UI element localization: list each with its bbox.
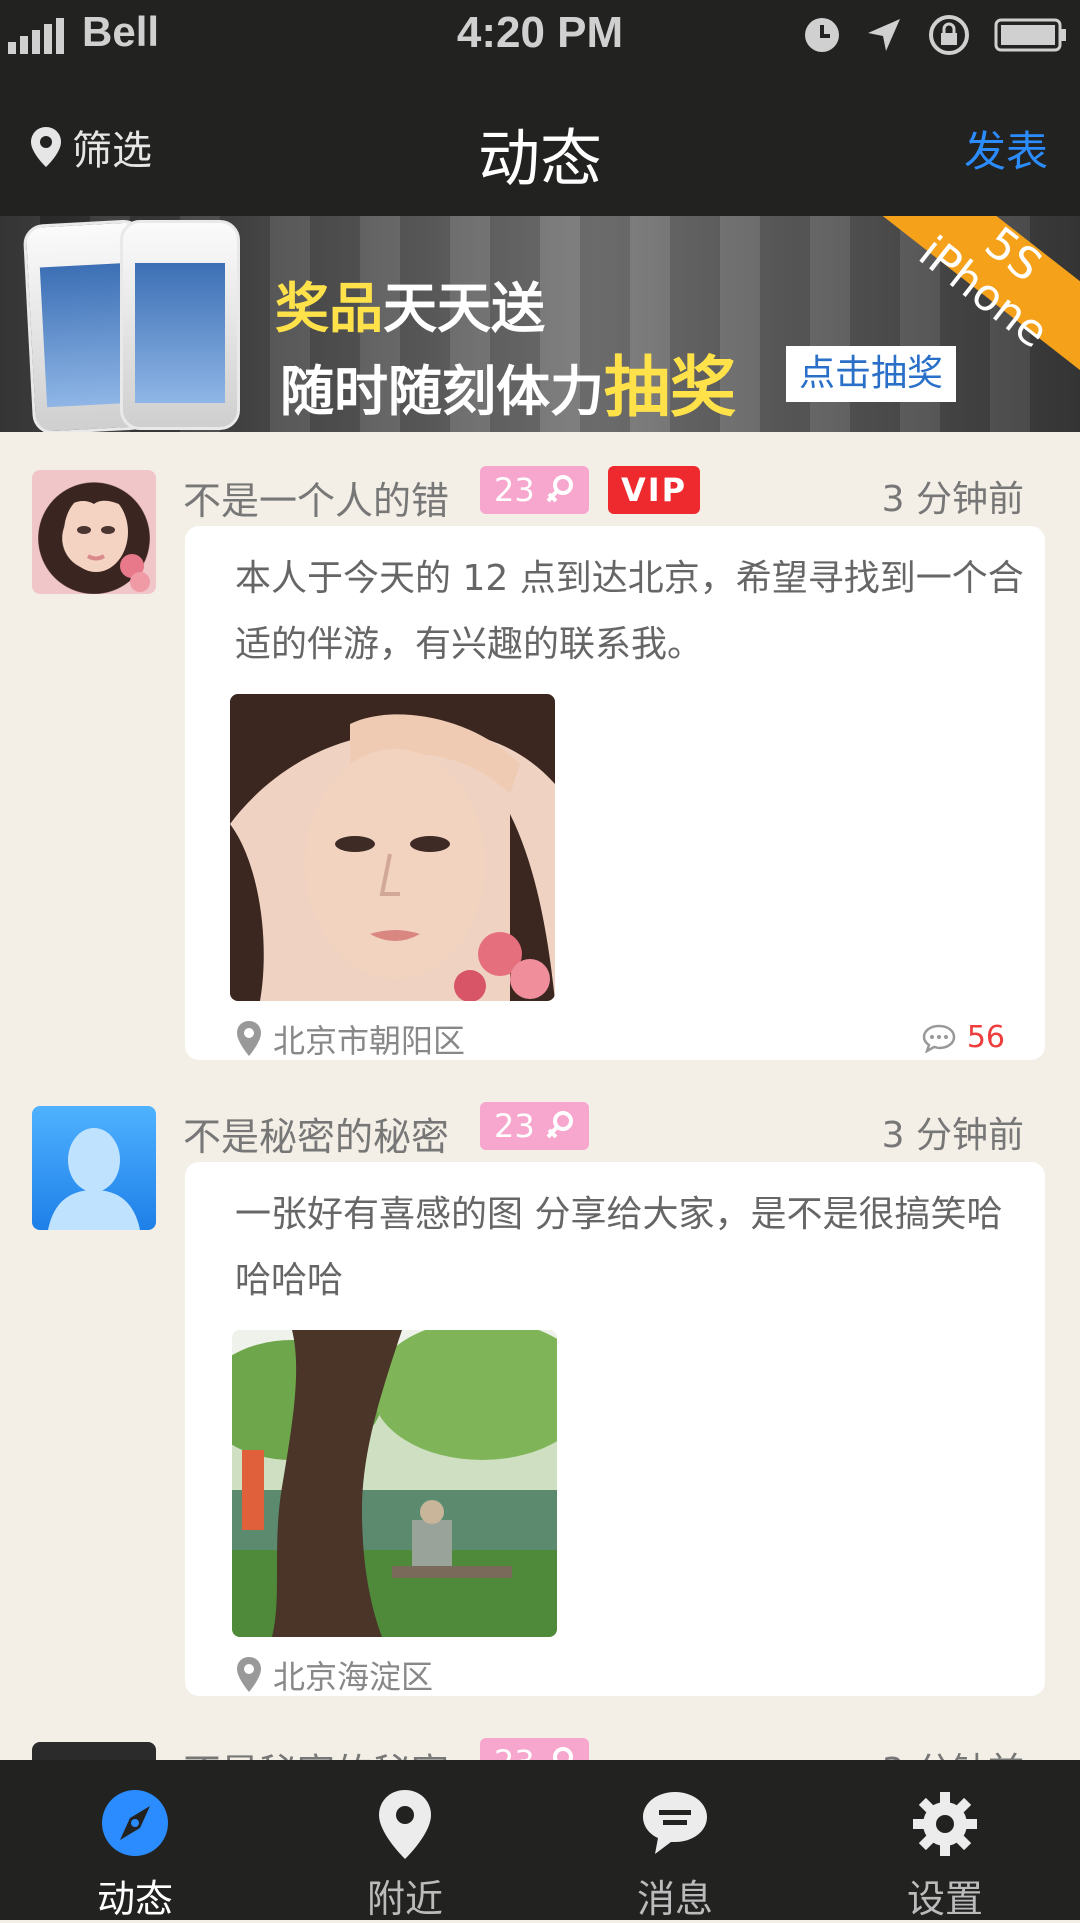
banner-text-line2: 随时随刻体力 — [280, 360, 604, 423]
location-label: 北京市朝阳区 — [273, 1022, 466, 1060]
location-pin-icon — [237, 1657, 261, 1692]
compass-icon — [102, 1790, 168, 1856]
tab-settings[interactable]: 设置 — [810, 1760, 1080, 1921]
navigation-bar: 筛选 动态 发表 — [0, 68, 1080, 216]
age-gender-badge: 23 — [480, 466, 589, 514]
chat-bubble-icon — [643, 1792, 707, 1854]
default-avatar-icon — [48, 1128, 140, 1230]
gear-icon — [913, 1792, 977, 1856]
post-author-name[interactable]: 不是秘密的秘密 — [183, 1106, 449, 1161]
feed-list[interactable]: 不是一个人的错 23 VIP 3 分钟前 本人于今天的 12 点到达北京，希望寻… — [0, 432, 1080, 1760]
post-photo[interactable] — [230, 694, 555, 1001]
post-text: 本人于今天的 12 点到达北京，希望寻找到一个合适的伴游，有兴趣的联系我。 — [235, 558, 1024, 665]
page-title: 动态 — [477, 122, 602, 195]
post-text: 一张好有喜感的图 分享给大家，是不是很搞笑哈哈哈哈 — [235, 1194, 1003, 1301]
banner-highlight-lottery: 抽奖 — [604, 349, 736, 426]
female-icon — [552, 1747, 573, 1760]
avatar[interactable] — [32, 1106, 156, 1230]
avatar[interactable] — [32, 470, 156, 594]
avatar[interactable] — [32, 1742, 156, 1760]
tab-label: 动态 — [96, 1877, 173, 1921]
post-time: 3 分钟前 — [882, 1742, 1024, 1760]
battery-icon — [994, 18, 1066, 52]
comment-count-value: 56 — [966, 1020, 1005, 1055]
location-pin-icon — [237, 1021, 261, 1056]
tab-nearby[interactable]: 附近 — [270, 1760, 540, 1921]
location-arrow-icon — [868, 19, 900, 51]
post-card[interactable]: 本人于今天的 12 点到达北京，希望寻找到一个合适的伴游，有兴趣的联系我。 北京… — [185, 526, 1045, 1060]
post-time: 3 分钟前 — [881, 479, 1024, 520]
location-pin-icon — [379, 1790, 431, 1859]
clock-icon — [805, 18, 839, 52]
status-bar: Bell 4:20 PM — [0, 0, 1080, 68]
publish-button[interactable]: 发表 — [964, 118, 1048, 179]
banner-text-line1: 天天送 — [383, 277, 545, 340]
lottery-banner[interactable]: 奖品天天送 随时随刻体力抽奖 点击抽奖 5S iPhone — [0, 216, 1080, 432]
tab-label: 附近 — [366, 1877, 443, 1921]
tab-messages[interactable]: 消息 — [540, 1760, 810, 1921]
age-value: 23 — [494, 471, 535, 509]
post-time: 3 分钟前 — [881, 1115, 1024, 1156]
banner-highlight-prize: 奖品 — [275, 277, 383, 340]
post-location: 北京海淀区 — [235, 1652, 433, 1698]
age-gender-badge: 23 — [480, 1738, 589, 1760]
rotation-lock-icon — [929, 15, 969, 55]
age-value: 23 — [494, 1107, 535, 1145]
post-author-name[interactable]: 不是秘密的秘密 — [183, 1742, 449, 1760]
tab-label: 设置 — [906, 1877, 983, 1921]
feed-item[interactable]: 不是一个人的错 23 VIP 3 分钟前 本人于今天的 12 点到达北京，希望寻… — [0, 432, 1080, 1072]
tab-feed[interactable]: 动态 — [0, 1760, 270, 1921]
tab-bar: 动态 附近 消息 设置 — [0, 1760, 1080, 1921]
feed-item[interactable]: 不是秘密的秘密 23 3 分钟前 — [0, 1704, 1080, 1760]
post-location: 北京市朝阳区 — [235, 1016, 465, 1062]
post-author-name[interactable]: 不是一个人的错 — [183, 470, 449, 525]
vip-badge: VIP — [608, 466, 700, 514]
post-card[interactable]: 一张好有喜感的图 分享给大家，是不是很搞笑哈哈哈哈 北京海淀区 — [185, 1162, 1045, 1696]
female-icon — [546, 475, 573, 503]
post-photo[interactable] — [232, 1330, 557, 1637]
feed-item[interactable]: 不是秘密的秘密 23 3 分钟前 一张好有喜感的图 分享给大家，是不是很搞笑哈哈… — [0, 1068, 1080, 1708]
tab-label: 消息 — [636, 1877, 713, 1921]
comment-count[interactable]: 56 — [921, 1020, 1005, 1055]
age-value: 23 — [494, 1738, 535, 1760]
iphone-image — [120, 220, 240, 430]
location-label: 北京海淀区 — [273, 1658, 434, 1696]
age-gender-badge: 23 — [480, 1102, 589, 1150]
lottery-button[interactable]: 点击抽奖 — [786, 346, 956, 402]
female-icon — [546, 1111, 573, 1139]
comment-icon — [922, 1024, 956, 1053]
